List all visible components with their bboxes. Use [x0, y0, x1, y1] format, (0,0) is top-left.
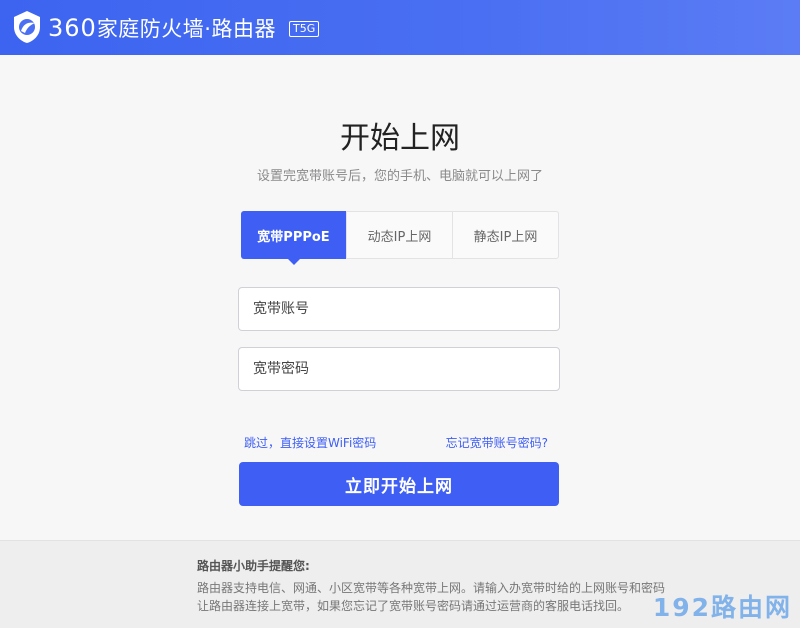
page-title: 开始上网 — [340, 121, 460, 156]
tab-static-ip[interactable]: 静态IP上网 — [452, 212, 558, 258]
model-badge: T5G — [289, 21, 320, 37]
start-internet-button[interactable]: 立即开始上网 — [239, 462, 559, 506]
connection-type-tabs: 宽带PPPoE 动态IP上网 静态IP上网 — [241, 211, 559, 265]
forgot-password-link[interactable]: 忘记宽带账号密码? — [446, 435, 548, 451]
top-bar: 360家庭防火墙·路由器 T5G — [0, 0, 800, 55]
brand-number: 360 — [48, 14, 97, 42]
page-subtitle: 设置完宽带账号后，您的手机、电脑就可以上网了 — [256, 169, 543, 184]
shield-logo-icon — [14, 11, 40, 43]
account-input[interactable] — [238, 287, 560, 331]
tips-line: 路由器支持电信、网通、小区宽带等各种宽带上网。请输入办宽带时给的上网账号和密码 — [197, 581, 666, 595]
skip-to-wifi-link[interactable]: 跳过，直接设置WiFi密码 — [244, 435, 376, 451]
footer-tips: 路由器小助手提醒您: 路由器支持电信、网通、小区宽带等各种宽带上网。请输入办宽带… — [0, 540, 800, 628]
tips-line: 让路由器连接上宽带，如果您忘记了宽带账号密码请通过运营商的客服电话找回。 — [197, 599, 630, 613]
tab-pppoe[interactable]: 宽带PPPoE — [241, 211, 346, 265]
tab-dynamic-ip[interactable]: 动态IP上网 — [346, 212, 452, 258]
brand-name: 360家庭防火墙·路由器 — [48, 14, 276, 42]
brand-title: 家庭防火墙·路由器 — [96, 17, 276, 41]
tips-title: 路由器小助手提醒您: — [197, 559, 310, 573]
password-input[interactable] — [238, 347, 560, 391]
watermark: 192路由网 — [652, 593, 792, 622]
